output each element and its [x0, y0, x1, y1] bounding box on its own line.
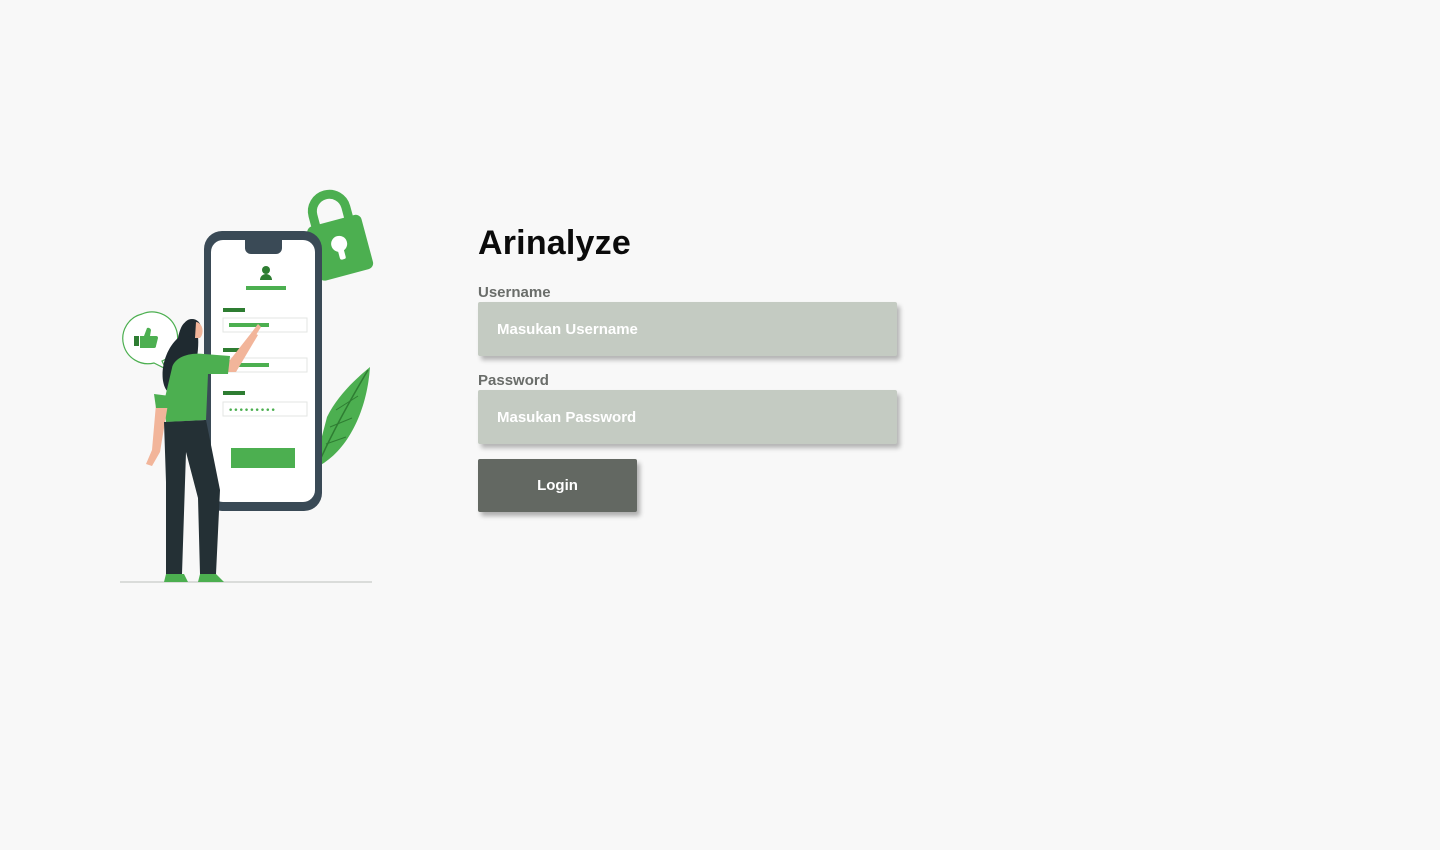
login-button[interactable]: Login: [478, 459, 637, 512]
username-input[interactable]: [478, 302, 897, 356]
login-page: ••••••••• Arinalyze Username Masukan Use…: [0, 0, 1440, 850]
app-title: Arinalyze: [478, 224, 631, 262]
login-form: Arinalyze Username Password Login: [478, 222, 908, 512]
username-label: Username: [478, 284, 551, 301]
password-label: Password: [478, 372, 549, 389]
login-illustration: •••••••••: [112, 182, 382, 588]
illustration-svg: •••••••••: [120, 189, 374, 583]
user-avatar-icon: [262, 266, 270, 274]
password-input[interactable]: [478, 390, 897, 444]
leaf-icon: [316, 367, 370, 468]
masked-password-text: •••••••••: [228, 406, 276, 416]
